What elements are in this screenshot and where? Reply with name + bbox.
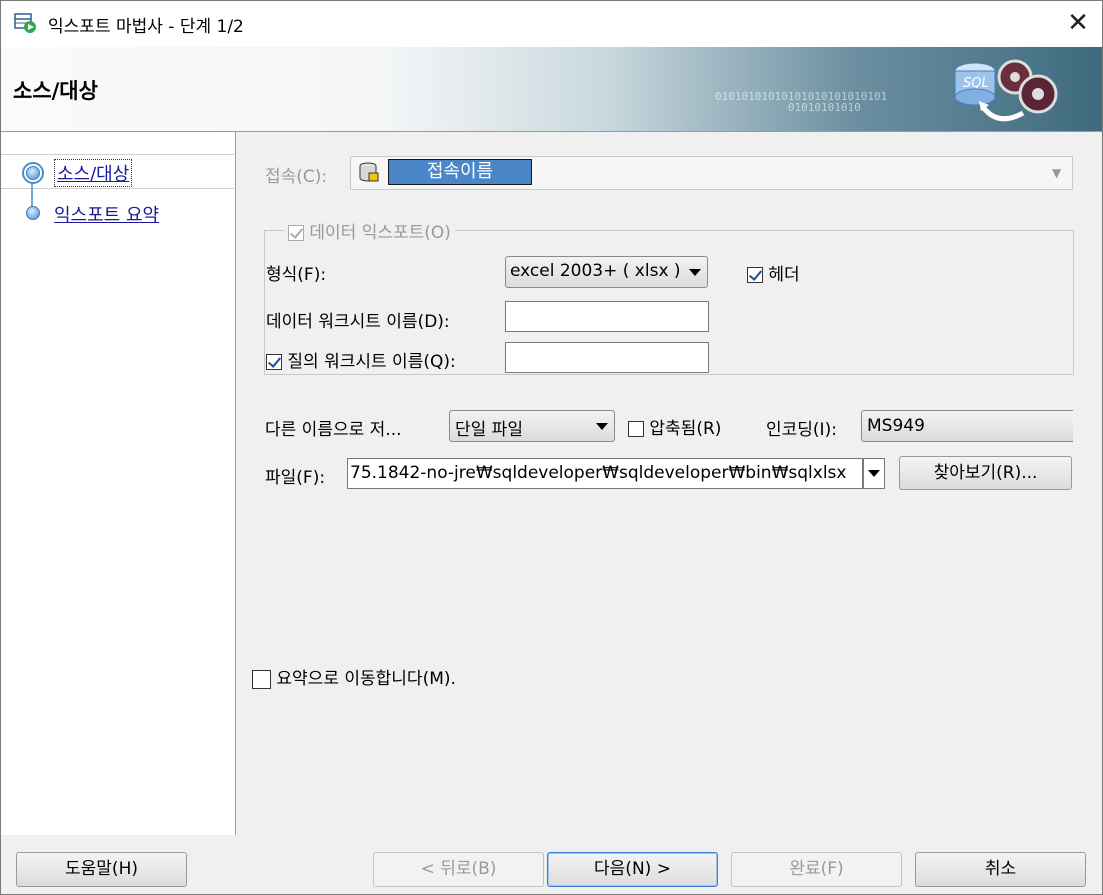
export-data-checkbox[interactable] — [288, 225, 304, 241]
query-sheet-toggle[interactable]: 질의 워크시트 이름(Q): — [266, 347, 456, 372]
connection-label: 접속(C): — [265, 167, 328, 187]
format-label: 형식(F): — [266, 265, 327, 285]
sql-export-icon: SQL — [954, 59, 1058, 122]
format-value: excel 2003+ ( xlsx ) — [510, 261, 681, 281]
header-checkbox[interactable] — [747, 267, 763, 283]
back-button[interactable]: < 뒤로(B) — [373, 852, 544, 887]
database-icon — [359, 162, 379, 182]
chevron-down-icon — [868, 470, 880, 477]
export-data-label: 데이터 익스포트(O) — [309, 223, 451, 243]
file-path-value: 75.1842-no-jre₩sqldeveloper₩sqldeveloper… — [350, 463, 847, 483]
go-to-summary-checkbox[interactable] — [252, 669, 271, 689]
compressed-checkbox[interactable] — [628, 421, 644, 437]
banner-title: 소스/대상 — [13, 79, 98, 103]
banner-binary-decoration: 01010101010101010101010101 01010101010 — [715, 90, 888, 114]
compressed-label: 압축됨(R) — [649, 419, 722, 439]
next-button[interactable]: 다음(N) > — [547, 852, 718, 887]
file-path-input[interactable]: 75.1842-no-jre₩sqldeveloper₩sqldeveloper… — [347, 458, 863, 489]
save-as-select[interactable]: 단일 파일 — [449, 410, 615, 442]
header-label: 헤더 — [768, 265, 800, 285]
file-history-dropdown[interactable] — [863, 458, 885, 489]
close-icon[interactable]: ✕ — [1056, 6, 1100, 42]
save-as-value: 단일 파일 — [455, 420, 523, 440]
svg-text:SQL: SQL — [963, 76, 989, 91]
chevron-down-icon — [596, 423, 608, 430]
step-dot-icon — [26, 166, 40, 180]
wizard-steps-panel — [1, 132, 236, 835]
connection-name-value: 접속이름 — [388, 159, 532, 185]
encoding-select[interactable]: MS949 — [861, 410, 1073, 442]
cancel-button[interactable]: 취소 — [915, 852, 1086, 887]
step-link-export-summary[interactable]: 익스포트 요약 — [54, 201, 159, 227]
chevron-down-icon — [689, 269, 701, 276]
wizard-banner: 소스/대상 01010101010101010101010101 0101010… — [1, 47, 1102, 132]
step-dot-icon — [26, 206, 40, 220]
finish-button[interactable]: 완료(F) — [731, 852, 902, 887]
save-as-label: 다른 이름으로 저... — [265, 420, 402, 440]
data-sheet-name-input[interactable] — [505, 301, 709, 332]
go-to-summary-toggle[interactable]: 요약으로 이동합니다(M). — [252, 664, 456, 689]
encoding-label: 인코딩(I): — [766, 420, 837, 440]
compressed-toggle[interactable]: 압축됨(R) — [628, 414, 721, 439]
browse-button[interactable]: 찾아보기(R)... — [899, 456, 1072, 490]
help-button[interactable]: 도움말(H) — [16, 852, 187, 887]
header-toggle[interactable]: 헤더 — [747, 260, 800, 285]
format-select[interactable]: excel 2003+ ( xlsx ) — [505, 256, 708, 288]
data-sheet-label: 데이터 워크시트 이름(D): — [266, 312, 450, 332]
query-sheet-checkbox[interactable] — [266, 354, 282, 370]
query-sheet-label: 질의 워크시트 이름(Q): — [287, 352, 456, 372]
export-data-toggle[interactable]: 데이터 익스포트(O) — [284, 218, 455, 243]
window-title: 익스포트 마법사 - 단계 1/2 — [48, 17, 244, 37]
go-to-summary-label: 요약으로 이동합니다(M). — [276, 669, 456, 689]
query-sheet-name-input[interactable] — [505, 342, 709, 373]
encoding-value: MS949 — [867, 416, 925, 436]
step-link-source-target[interactable]: 소스/대상 — [54, 159, 133, 187]
chevron-down-icon[interactable]: ▼ — [1052, 166, 1061, 180]
file-label: 파일(F): — [265, 468, 326, 488]
export-wizard-icon — [14, 13, 36, 33]
